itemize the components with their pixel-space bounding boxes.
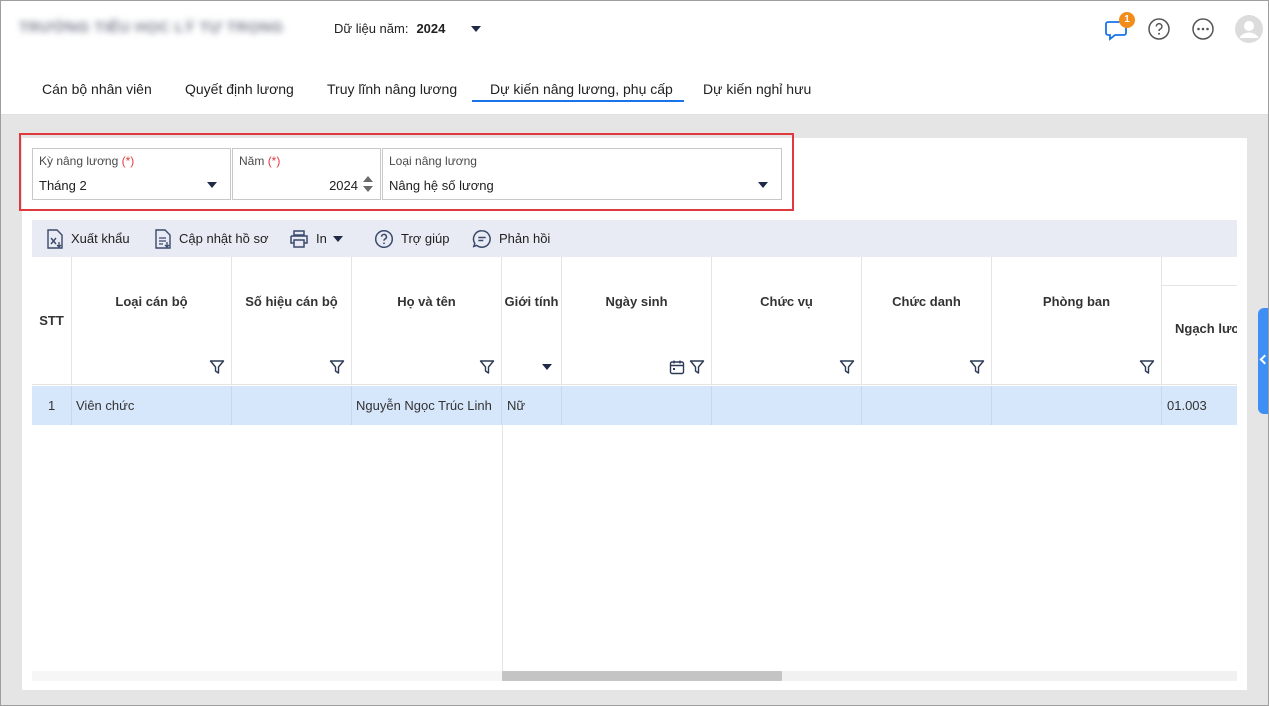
export-button[interactable]: Xuất khẩu [46,220,130,257]
feedback-button[interactable]: Phản hồi [472,220,550,257]
required-mark: (*) [121,154,135,168]
table-row[interactable]: 1 Viên chức Nguyễn Ngọc Trúc Linh Nữ 01.… [32,386,1237,425]
spinner-icon[interactable] [363,176,373,194]
cell-loai-can-bo: Viên chức [72,386,232,425]
column-header-loai-can-bo[interactable]: Loại cán bộ [72,257,232,385]
help-label: Trợ giúp [401,231,450,246]
cell-ngach-luong: 01.003 [1167,398,1207,413]
cell-chuc-danh [862,386,992,425]
filter-icon[interactable] [969,359,985,375]
required-mark: (*) [267,154,281,168]
excel-export-icon [47,228,63,249]
column-header-chuc-vu[interactable]: Chức vụ [712,257,862,385]
column-header-ho-ten[interactable]: Họ và tên [352,257,502,385]
raise-type-select[interactable]: Loại nâng lương Nâng hệ số lương [382,148,782,200]
year-value: 2024 [329,178,358,193]
app-window: TRƯỜNG TIỂU HỌC LÝ TỰ TRỌNG Dữ liệu năm:… [0,0,1269,706]
filter-icon[interactable] [209,359,225,375]
period-value: Tháng 2 [39,178,87,193]
tab-du-kien-nang-luong[interactable]: Dự kiến nâng lương, phụ cấp [490,81,673,97]
frozen-column-divider [502,425,503,671]
header-divider [32,384,1237,385]
filter-icon[interactable] [689,359,705,375]
tab-quyet-dinh-luong[interactable]: Quyết định lương [185,81,294,97]
data-year-value: 2024 [416,21,446,36]
active-tab-indicator [472,100,684,102]
cell-stt: 1 [32,386,72,425]
column-header-gioi-tinh[interactable]: Giới tính [502,257,562,385]
raise-type-label: Loại nâng lương [389,154,477,168]
chevron-down-icon[interactable] [758,182,768,188]
cell-ho-ten: Nguyễn Ngọc Trúc Linh [352,386,502,425]
chevron-down-icon[interactable] [207,182,217,188]
period-select[interactable]: Kỳ nâng lương (*) Tháng 2 [32,148,231,200]
help-button[interactable]: Trợ giúp [374,220,450,257]
chevron-down-icon[interactable] [471,25,482,32]
column-header-so-hieu[interactable]: Số hiệu cán bộ [232,257,352,385]
cell-ngay-sinh [562,386,712,425]
data-year-selector[interactable]: Dữ liệu năm: 2024 [334,21,482,36]
column-header-ngay-sinh[interactable]: Ngày sinh [562,257,712,385]
action-toolbar: Xuất khẩu Cập nhật hồ sơ In Trợ giúp Phả… [32,220,1237,257]
cell-chuc-vu [712,386,862,425]
print-label: In [316,231,327,246]
filter-icon[interactable] [1139,359,1155,375]
notification-badge: 1 [1119,12,1135,28]
update-profile-button[interactable]: Cập nhật hồ sơ [154,220,268,257]
chevron-down-icon[interactable] [542,364,552,370]
data-year-label: Dữ liệu năm: [334,21,409,36]
help-icon[interactable] [1147,17,1171,41]
feedback-label: Phản hồi [499,231,551,246]
tab-du-kien-nghi-huu[interactable]: Dự kiến nghỉ hưu [703,81,811,97]
update-profile-label: Cập nhật hồ sơ [179,231,269,246]
frozen-scroll-area [32,671,502,681]
column-header-phong-ban[interactable]: Phòng ban [992,257,1162,385]
data-grid: STT Loại cán bộ Số hiệu cán bộ Họ và tên… [32,257,1237,681]
raise-type-value: Nâng hệ số lương [389,178,494,193]
tab-truy-linh-nang-luong[interactable]: Truy lĩnh nâng lương [327,81,457,97]
export-label: Xuất khẩu [71,231,130,246]
chevron-left-icon [1259,354,1268,365]
document-update-icon [155,228,171,249]
scrollbar-thumb[interactable] [502,671,782,681]
printer-icon [290,229,308,248]
filter-icon[interactable] [479,359,495,375]
year-stepper[interactable]: Năm (*) 2024 [232,148,381,200]
column-header-stt: STT [32,257,72,385]
avatar[interactable] [1234,14,1264,44]
calendar-icon[interactable] [669,359,685,375]
more-options-icon[interactable] [1191,17,1215,41]
column-header-chuc-danh[interactable]: Chức danh [862,257,992,385]
top-header: TRƯỜNG TIỂU HỌC LÝ TỰ TRỌNG Dữ liệu năm:… [1,1,1268,57]
school-name: TRƯỜNG TIỂU HỌC LÝ TỰ TRỌNG [19,19,284,36]
filter-icon[interactable] [329,359,345,375]
chevron-down-icon[interactable] [332,235,343,242]
period-label: Kỳ nâng lương [39,154,119,168]
horizontal-scrollbar[interactable] [502,671,1237,681]
cell-gioi-tinh: Nữ [502,386,562,425]
print-button[interactable]: In [289,220,343,257]
feedback-icon [472,229,491,248]
column-header-ngach-luong[interactable]: Ngạch lươ [1162,257,1237,385]
side-panel-toggle[interactable] [1258,308,1268,414]
tab-can-bo-nhan-vien[interactable]: Cán bộ nhân viên [42,81,152,97]
cell-phong-ban [992,386,1162,425]
filter-icon[interactable] [839,359,855,375]
cell-so-hieu [232,386,352,425]
main-tabs: Cán bộ nhân viên Quyết định lương Truy l… [1,57,1268,115]
help-icon [374,229,394,248]
year-label: Năm [239,154,265,168]
